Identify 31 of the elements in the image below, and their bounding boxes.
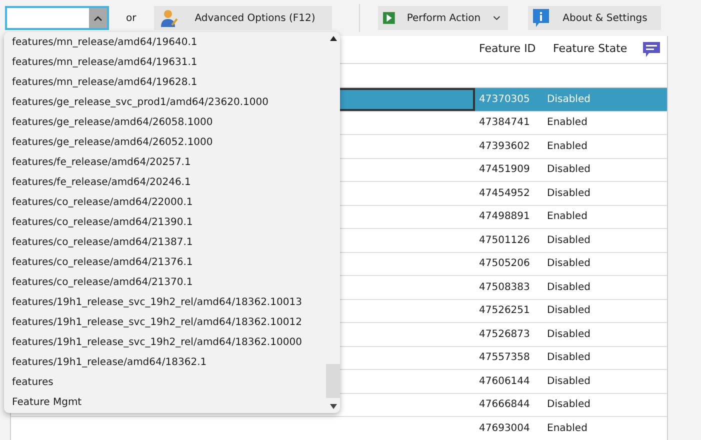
or-label: or [126,12,138,26]
table-cell-text: Disabled [546,92,590,107]
table-cell-text: 47693004 [478,422,531,436]
table-cell-text: Disabled [546,304,590,318]
table-cell-text: Disabled [546,186,590,201]
table-cell-text: Enabled [546,140,588,154]
table-cell-text: 47508383 [478,280,531,295]
table-cell-text: Disabled [546,351,590,366]
table-cell-text: Disabled [546,163,590,178]
table-cell-text: Disabled [546,234,590,248]
table-cell-text: 47505206 [478,257,531,272]
table-cell-text: 47666844 [478,398,531,412]
table-cell-text: Disabled [546,328,590,342]
table-cell-text: 47370305 [478,92,531,107]
table-cell-text: 47557358 [478,351,531,366]
table-cell-text: 47454952 [478,186,531,201]
table-cell-text: 47526873 [478,328,531,342]
table-cell-text: 47501126 [478,234,531,248]
table-cell-text: Disabled [546,374,590,389]
table-cell-text: Enabled [546,116,588,130]
table-cell-text: Disabled [546,257,590,272]
table-cell-text: 47606144 [478,374,531,389]
table-cell-text: 47384741 [478,116,531,130]
table-cell-text: Disabled [546,280,590,295]
table-cell-text: 47451909 [478,163,531,178]
table-cell-text: Enabled [546,422,588,436]
table-cell-text: 47393602 [478,140,531,154]
table-cell-text: Disabled [546,398,590,412]
table-cell-text: 47526251 [478,304,531,318]
table-cell-text: 47498891 [478,210,531,224]
table-cell-text: Enabled [546,210,588,224]
